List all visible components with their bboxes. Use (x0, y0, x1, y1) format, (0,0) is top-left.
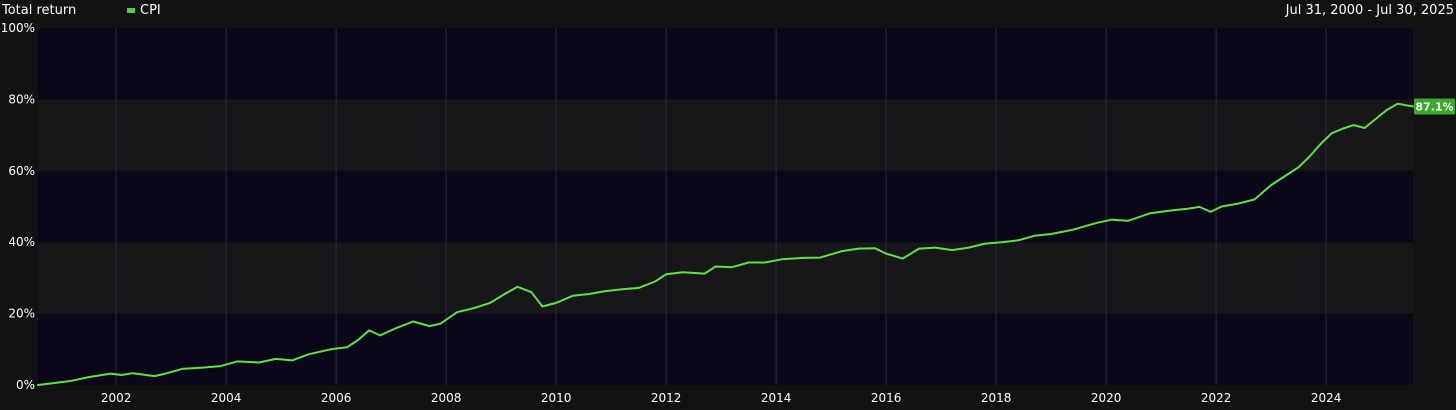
x-tick-label: 2010 (541, 391, 572, 405)
x-tick-label: 2024 (1311, 391, 1342, 405)
y-tick-label: 20% (8, 307, 35, 321)
x-tick-label: 2016 (871, 391, 902, 405)
plot-band (38, 313, 1413, 385)
x-tick-label: 2002 (101, 391, 132, 405)
y-tick-label: 0% (16, 378, 35, 392)
x-tick-label: 2006 (321, 391, 352, 405)
x-tick-label: 2008 (431, 391, 462, 405)
line-chart[interactable]: 0% 20% 40% 60% 80% 100% 2002 2004 2006 2008 2010 20… (0, 0, 1456, 410)
plot-band (38, 28, 1413, 100)
x-tick-label: 2018 (981, 391, 1012, 405)
x-tick-label: 2022 (1201, 391, 1232, 405)
end-value-label: 87.1% (1415, 101, 1453, 114)
y-tick-label: 60% (8, 164, 35, 178)
plot-band (38, 170, 1413, 243)
y-tick-label: 80% (8, 92, 35, 106)
x-tick-label: 2014 (761, 391, 792, 405)
x-tick-label: 2004 (211, 391, 242, 405)
x-tick-label: 2020 (1091, 391, 1122, 405)
plot-band (38, 99, 1413, 171)
y-tick-label: 40% (8, 235, 35, 249)
y-tick-label: 100% (1, 21, 35, 35)
plot-band (38, 242, 1413, 314)
x-tick-label: 2012 (651, 391, 682, 405)
